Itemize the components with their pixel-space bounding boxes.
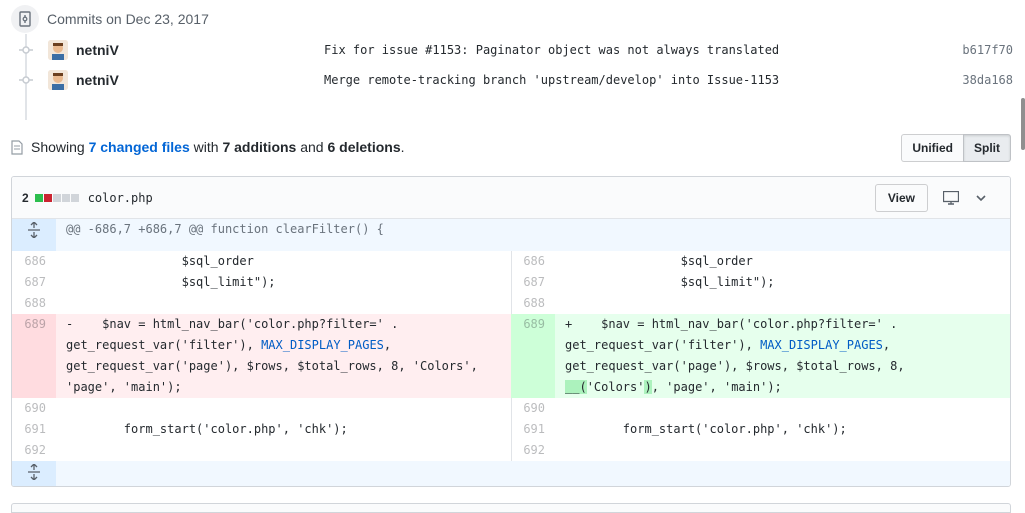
line-number[interactable]: 687 bbox=[510, 272, 555, 293]
commit-dot-icon bbox=[18, 45, 34, 55]
line-number-added[interactable]: 689 bbox=[511, 314, 555, 398]
line-number[interactable]: 690 bbox=[12, 398, 56, 419]
expand-row-fill bbox=[56, 461, 1010, 486]
commit-sha[interactable]: b617f70 bbox=[893, 43, 1013, 57]
scrollbar[interactable] bbox=[1021, 98, 1025, 150]
diff-row: 687 $sql_limit"); 687 $sql_limit"); bbox=[12, 272, 1010, 293]
code-line-added: + $nav = html_nav_bar('color.php?filter=… bbox=[555, 314, 1010, 398]
code-text: , 'page', 'main'); bbox=[651, 380, 782, 394]
code-highlight-added: ) bbox=[644, 380, 652, 394]
line-number[interactable]: 688 bbox=[510, 293, 555, 314]
avatar[interactable] bbox=[48, 40, 68, 60]
diff-row: 686 $sql_order 686 $sql_order bbox=[12, 251, 1010, 272]
commit-row: netniV Fix for issue #1153: Paginator ob… bbox=[18, 37, 1013, 63]
file-diff: 2 color.php View @@ -686,7 +686,7 @@ fun… bbox=[11, 176, 1011, 487]
desktop-icon[interactable] bbox=[940, 187, 962, 209]
commit-sha[interactable]: 38da168 bbox=[893, 73, 1013, 87]
line-number[interactable]: 687 bbox=[12, 272, 56, 293]
diff-row: 688 688 bbox=[12, 293, 1010, 314]
code-line: $sql_limit"); bbox=[66, 275, 276, 289]
diffstat-block bbox=[61, 193, 70, 202]
commit-row: netniV Merge remote-tracking branch 'ups… bbox=[18, 67, 1013, 93]
chevron-down-icon[interactable] bbox=[970, 187, 992, 209]
diff-row-changed: 689 - $nav = html_nav_bar('color.php?fil… bbox=[12, 314, 1010, 398]
file-actions: View bbox=[874, 184, 1000, 212]
summary-and: and bbox=[300, 139, 324, 155]
avatar[interactable] bbox=[48, 70, 68, 90]
summary-suffix: . bbox=[400, 139, 405, 155]
line-number[interactable]: 692 bbox=[510, 440, 555, 461]
next-file-header bbox=[11, 503, 1011, 513]
view-file-button[interactable]: View bbox=[874, 184, 928, 212]
commit-message[interactable]: Fix for issue #1153: Paginator object wa… bbox=[324, 43, 893, 57]
split-diff-table: @@ -686,7 +686,7 @@ function clearFilter… bbox=[12, 219, 1010, 486]
diffstat-blocks bbox=[34, 193, 80, 202]
changed-files-link[interactable]: 7 changed files bbox=[89, 139, 190, 155]
code-line bbox=[555, 293, 1010, 314]
summary-prefix: Showing bbox=[31, 139, 85, 155]
hunk-header: @@ -686,7 +686,7 @@ function clearFilter… bbox=[56, 219, 1010, 251]
code-constant: MAX_DISPLAY_PAGES bbox=[261, 338, 384, 352]
commit-message[interactable]: Merge remote-tracking branch 'upstream/d… bbox=[324, 73, 893, 87]
commit-author[interactable]: netniV bbox=[76, 42, 324, 58]
code-line: $sql_order bbox=[66, 254, 254, 268]
code-line bbox=[555, 398, 1010, 419]
file-header: 2 color.php View bbox=[12, 177, 1010, 219]
code-line bbox=[56, 293, 511, 314]
line-number[interactable]: 686 bbox=[510, 251, 555, 272]
expand-row bbox=[12, 461, 1010, 486]
commits-group-header: Commits on Dec 23, 2017 bbox=[11, 4, 209, 34]
diffstat-block bbox=[52, 193, 61, 202]
line-number[interactable]: 688 bbox=[12, 293, 56, 314]
line-number[interactable]: 691 bbox=[510, 419, 555, 440]
commit-author[interactable]: netniV bbox=[76, 72, 324, 88]
code-line-deleted: - $nav = html_nav_bar('color.php?filter=… bbox=[56, 314, 511, 398]
file-diff-icon bbox=[11, 139, 23, 155]
deletions-count: 6 deletions bbox=[327, 139, 401, 155]
line-number[interactable]: 691 bbox=[12, 419, 56, 440]
code-text: 'Colors' bbox=[586, 380, 645, 394]
code-highlight-added: __( bbox=[565, 380, 587, 394]
summary-with: with bbox=[193, 139, 219, 155]
expand-icon[interactable] bbox=[12, 461, 56, 486]
line-number-deleted[interactable]: 689 bbox=[12, 314, 56, 398]
commits-date: Commits on Dec 23, 2017 bbox=[47, 11, 209, 27]
diffstat-block bbox=[70, 193, 79, 202]
line-number[interactable]: 692 bbox=[12, 440, 56, 461]
unified-button[interactable]: Unified bbox=[901, 134, 964, 162]
diffstat-count: 2 bbox=[22, 190, 29, 205]
split-button[interactable]: Split bbox=[963, 134, 1011, 162]
code-line: $sql_order bbox=[565, 254, 753, 268]
diff-row: 690 690 bbox=[12, 398, 1010, 419]
commit-icon bbox=[11, 5, 39, 33]
diff-view-toggle: Unified Split bbox=[901, 134, 1011, 162]
line-number[interactable]: 686 bbox=[12, 251, 56, 272]
diff-summary: Showing 7 changed files with 7 additions… bbox=[11, 134, 405, 160]
diff-row: 691 form_start('color.php', 'chk'); 691 … bbox=[12, 419, 1010, 440]
diffstat-block bbox=[34, 193, 43, 202]
code-line bbox=[555, 440, 1010, 461]
diffstat-block bbox=[43, 193, 52, 202]
hunk-header-row: @@ -686,7 +686,7 @@ function clearFilter… bbox=[12, 219, 1010, 251]
additions-count: 7 additions bbox=[222, 139, 297, 155]
line-number[interactable]: 690 bbox=[510, 398, 555, 419]
code-line: form_start('color.php', 'chk'); bbox=[66, 422, 348, 436]
diff-row: 692 692 bbox=[12, 440, 1010, 461]
code-constant: MAX_DISPLAY_PAGES bbox=[760, 338, 883, 352]
file-name[interactable]: color.php bbox=[88, 191, 153, 205]
commit-dot-icon bbox=[18, 75, 34, 85]
expand-icon[interactable] bbox=[12, 219, 56, 251]
code-line bbox=[56, 440, 511, 461]
code-line: $sql_limit"); bbox=[565, 275, 775, 289]
code-line bbox=[56, 398, 511, 419]
code-line: form_start('color.php', 'chk'); bbox=[565, 422, 847, 436]
